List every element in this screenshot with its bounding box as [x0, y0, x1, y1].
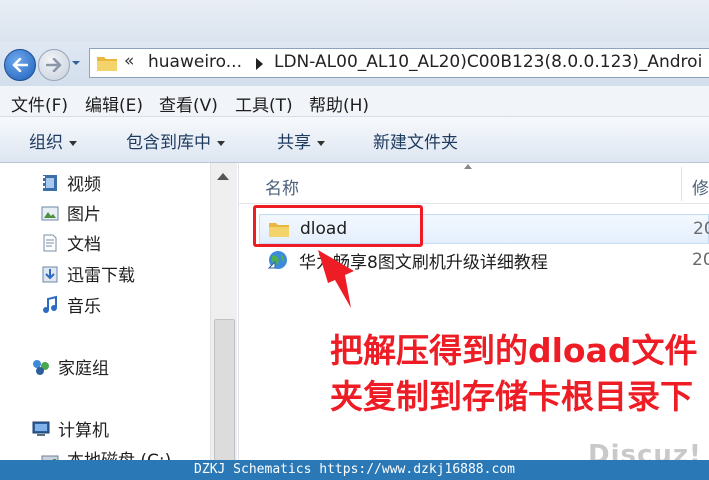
window-title-strip [0, 0, 709, 42]
menu-view[interactable]: 查看(V) [159, 91, 218, 116]
annotation-text: 把解压得到的dload文件夹复制到存储卡根目录下 [330, 331, 698, 416]
organize-button[interactable]: 组织 [29, 128, 77, 153]
nav-item-computer[interactable]: 计算机 [31, 416, 109, 441]
nav-label: 视频 [67, 175, 101, 195]
breadcrumb-overflow[interactable]: « [124, 51, 134, 71]
nav-label: 迅雷下载 [67, 266, 135, 286]
breadcrumb-segment-current[interactable]: LDN-AL00_AL10_AL20)C00B123(8.0.0.123)_An… [274, 52, 702, 72]
video-library-icon [43, 174, 57, 191]
file-date: 20 [692, 250, 709, 270]
nav-label: 文档 [67, 235, 101, 255]
chevron-down-icon [217, 140, 225, 146]
menu-help[interactable]: 帮助(H) [309, 91, 369, 116]
nav-item-music[interactable]: 音乐 [40, 292, 101, 317]
back-arrow-icon [12, 58, 28, 72]
computer-icon [32, 421, 50, 436]
menu-bar: 文件(F) 编辑(E) 查看(V) 工具(T) 帮助(H) [0, 86, 709, 117]
forward-arrow-icon [46, 58, 62, 72]
menu-file[interactable]: 文件(F) [11, 91, 68, 116]
menu-edit[interactable]: 编辑(E) [85, 91, 143, 116]
share-label: 共享 [277, 133, 311, 153]
recent-pages-dropdown-icon[interactable] [71, 58, 81, 68]
highlight-box [253, 205, 423, 247]
include-in-library-label: 包含到库中 [126, 133, 211, 153]
file-date: 20 [693, 219, 709, 239]
forward-button[interactable] [38, 49, 70, 81]
nav-item-homegroup[interactable]: 家庭组 [31, 354, 109, 379]
address-bar-row: « huaweiro... LDN-AL00_AL10_AL20)C00B123… [0, 42, 709, 87]
breadcrumb-segment-parent[interactable]: huaweiro... [148, 52, 242, 72]
address-field[interactable]: « huaweiro... LDN-AL00_AL10_AL20)C00B123… [89, 48, 709, 78]
nav-item-videos[interactable]: 视频 [40, 170, 101, 195]
breadcrumb-separator-icon[interactable] [256, 58, 263, 70]
nav-label: 图片 [67, 205, 101, 225]
chevron-down-icon [317, 140, 325, 146]
navigation-pane: 视频 图片 文档 迅雷下载 音乐 家庭组 计算机 [0, 163, 239, 471]
picture-library-icon [41, 206, 59, 220]
nav-label: 音乐 [67, 297, 101, 317]
include-in-library-button[interactable]: 包含到库中 [126, 128, 225, 153]
new-folder-button[interactable]: 新建文件夹 [373, 128, 458, 153]
command-bar: 组织 包含到库中 共享 新建文件夹 [0, 117, 709, 163]
column-header-modified[interactable]: 修 [692, 174, 709, 199]
file-row-tutorial[interactable]: 华为畅享8图文刷机升级详细教程 20 [259, 245, 709, 275]
document-library-icon [43, 234, 57, 251]
column-header-name[interactable]: 名称 [265, 174, 299, 199]
nav-label: 计算机 [58, 421, 109, 441]
nav-item-documents[interactable]: 文档 [40, 230, 101, 255]
nav-item-thunder-downloads[interactable]: 迅雷下载 [40, 261, 135, 286]
column-divider[interactable] [681, 167, 682, 201]
sort-ascending-icon [464, 164, 472, 169]
scrollbar-thumb[interactable] [214, 319, 235, 461]
file-name: 华为畅享8图文刷机升级详细教程 [299, 252, 548, 273]
scroll-up-arrow-icon[interactable] [217, 173, 229, 180]
nav-item-pictures[interactable]: 图片 [40, 200, 101, 225]
back-button[interactable] [4, 49, 36, 81]
nav-scrollbar[interactable] [210, 163, 237, 461]
web-shortcut-icon [267, 251, 287, 269]
music-library-icon [43, 295, 57, 313]
footer-banner: DZKJ Schematics https://www.dzkj16888.co… [0, 460, 709, 480]
column-header-row: 名称 修 [239, 163, 709, 204]
nav-label: 家庭组 [58, 359, 109, 379]
menu-tools[interactable]: 工具(T) [235, 91, 293, 116]
organize-label: 组织 [29, 133, 63, 153]
homegroup-icon [33, 359, 49, 375]
share-button[interactable]: 共享 [277, 128, 325, 153]
download-folder-icon [42, 266, 58, 282]
folder-icon [97, 57, 117, 71]
chevron-down-icon [69, 140, 77, 146]
